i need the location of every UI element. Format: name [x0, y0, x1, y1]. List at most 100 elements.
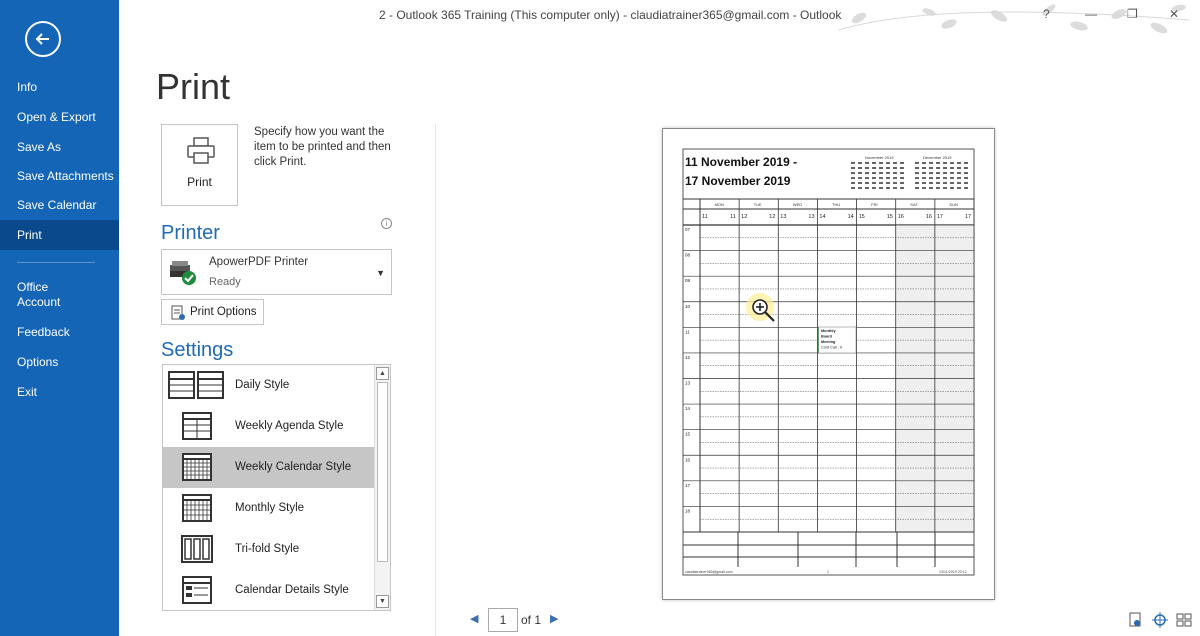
page-count-label: of 1 — [521, 613, 542, 627]
mini-cal-day — [950, 177, 954, 179]
mini-cal-day — [865, 182, 869, 184]
print-description: Specify how you want the item to be prin… — [254, 126, 391, 168]
nav-save-as[interactable]: Save As — [0, 140, 119, 155]
nav-options[interactable]: Options — [0, 355, 119, 370]
day-number: 12 — [769, 214, 775, 220]
mini-cal-day — [851, 177, 855, 179]
page-title: Print — [156, 66, 231, 107]
hour-label: 10 — [685, 304, 691, 309]
nav-office-account[interactable]: Office Account — [0, 280, 119, 310]
nav-save-attachments[interactable]: Save Attachments — [0, 169, 119, 184]
style-label: Tri-fold Style — [235, 543, 300, 555]
mini-cal-day — [900, 172, 904, 174]
leaf-decoration-icon — [838, 4, 1190, 34]
tri-fold-icon — [181, 535, 213, 563]
mini-cal-day — [950, 182, 954, 184]
one-page-icon[interactable] — [1152, 612, 1168, 631]
scroll-up-icon[interactable]: ▲ — [376, 367, 389, 380]
style-weekly-calendar[interactable]: Weekly Calendar Style — [163, 447, 375, 488]
day-label: WED — [793, 202, 802, 207]
mini-cal-day — [929, 182, 933, 184]
mini-cal-day — [886, 167, 890, 169]
preview-date-line1: 11 November 2019 - — [685, 155, 797, 169]
mini-cal-day — [957, 177, 961, 179]
mini-cal-day — [858, 162, 862, 164]
next-page-icon[interactable]: ▶ — [550, 612, 558, 625]
preview-date-line2: 17 November 2019 — [685, 174, 791, 188]
mini-cal-day — [964, 167, 968, 169]
mini-cal-day — [929, 172, 933, 174]
mini-cal-day — [865, 167, 869, 169]
info-icon[interactable]: i — [381, 218, 392, 229]
mini-cal-day — [922, 182, 926, 184]
mini-cal-day — [865, 162, 869, 164]
previous-page-icon[interactable]: ◀ — [470, 612, 478, 625]
mini-cal-day — [886, 182, 890, 184]
print-button[interactable]: Print — [161, 124, 238, 206]
scroll-down-icon[interactable]: ▼ — [376, 595, 389, 608]
calendar-preview-page: 11 November 2019 - 17 November 2019 Nove… — [682, 148, 975, 576]
print-options-icon — [171, 305, 185, 320]
style-tri-fold[interactable]: Tri-fold Style — [163, 529, 375, 570]
actual-size-icon[interactable] — [1128, 612, 1142, 631]
day-number: 16 — [926, 214, 932, 220]
nav-feedback[interactable]: Feedback — [0, 325, 119, 340]
mini-cal-day — [943, 182, 947, 184]
nav-info[interactable]: Info — [0, 80, 119, 95]
nav-print[interactable]: Print — [0, 220, 119, 250]
print-options-button[interactable]: Print Options — [161, 299, 264, 325]
mini-cal-day — [879, 162, 883, 164]
mini-cal-day — [893, 187, 897, 189]
mini-cal-day — [893, 182, 897, 184]
close-button[interactable]: ✕ — [1169, 7, 1179, 21]
daily-style-icon — [168, 371, 224, 399]
mini-cal-day — [936, 187, 940, 189]
style-daily[interactable]: Daily Style — [163, 365, 375, 406]
style-label: Weekly Calendar Style — [235, 461, 352, 473]
mini-cal-day — [950, 172, 954, 174]
mini-cal-day — [922, 172, 926, 174]
mini-cal-day — [879, 177, 883, 179]
help-button[interactable]: ? — [1043, 7, 1050, 21]
mini-cal-day — [872, 182, 876, 184]
printer-select[interactable]: ApowerPDF Printer Ready ▼ — [161, 249, 392, 295]
mini-cal-day — [922, 177, 926, 179]
restore-button[interactable]: ❐ — [1127, 7, 1138, 21]
mini-cal-day — [851, 167, 855, 169]
style-monthly[interactable]: Monthly Style — [163, 488, 375, 529]
style-weekly-agenda[interactable]: Weekly Agenda Style — [163, 406, 375, 447]
mini-cal-day — [915, 177, 919, 179]
multiple-pages-icon[interactable] — [1176, 612, 1192, 631]
nav-exit[interactable]: Exit — [0, 385, 119, 400]
mini-cal-day — [851, 182, 855, 184]
nav-save-calendar[interactable]: Save Calendar — [0, 198, 119, 213]
printer-status: Ready — [209, 276, 241, 288]
page-number-input[interactable]: 1 — [488, 608, 518, 632]
mini-cal-day — [957, 167, 961, 169]
mini-cal-day — [964, 182, 968, 184]
back-button[interactable] — [25, 21, 61, 57]
chevron-down-icon: ▼ — [376, 268, 385, 278]
print-preview[interactable]: 11 November 2019 - 17 November 2019 Nove… — [662, 128, 995, 600]
minimize-button[interactable]: — — [1085, 7, 1097, 21]
printer-name: ApowerPDF Printer — [209, 256, 309, 268]
day-number: 11 — [730, 214, 736, 220]
day-number: 17 — [937, 214, 943, 220]
mini-cal-day — [886, 172, 890, 174]
back-arrow-icon — [35, 33, 49, 45]
panel-divider — [435, 124, 436, 636]
style-calendar-details[interactable]: Calendar Details Style — [163, 570, 375, 610]
hour-label: 18 — [685, 508, 691, 513]
scroll-thumb[interactable] — [377, 382, 388, 562]
mini-cal-day — [893, 167, 897, 169]
event-line: Monthly — [821, 329, 836, 333]
hour-label: 17 — [685, 483, 691, 488]
print-style-list: Daily Style Weekly Agenda Style Weekly C… — [162, 364, 391, 611]
zoom-in-cursor-icon[interactable] — [745, 292, 779, 326]
mini-cal-day — [851, 162, 855, 164]
style-list-scrollbar[interactable]: ▲ ▼ — [374, 365, 390, 610]
nav-open-export[interactable]: Open & Export — [0, 110, 119, 125]
mini-cal-day — [943, 162, 947, 164]
mini-cal-day — [865, 172, 869, 174]
mini-cal-day — [950, 167, 954, 169]
